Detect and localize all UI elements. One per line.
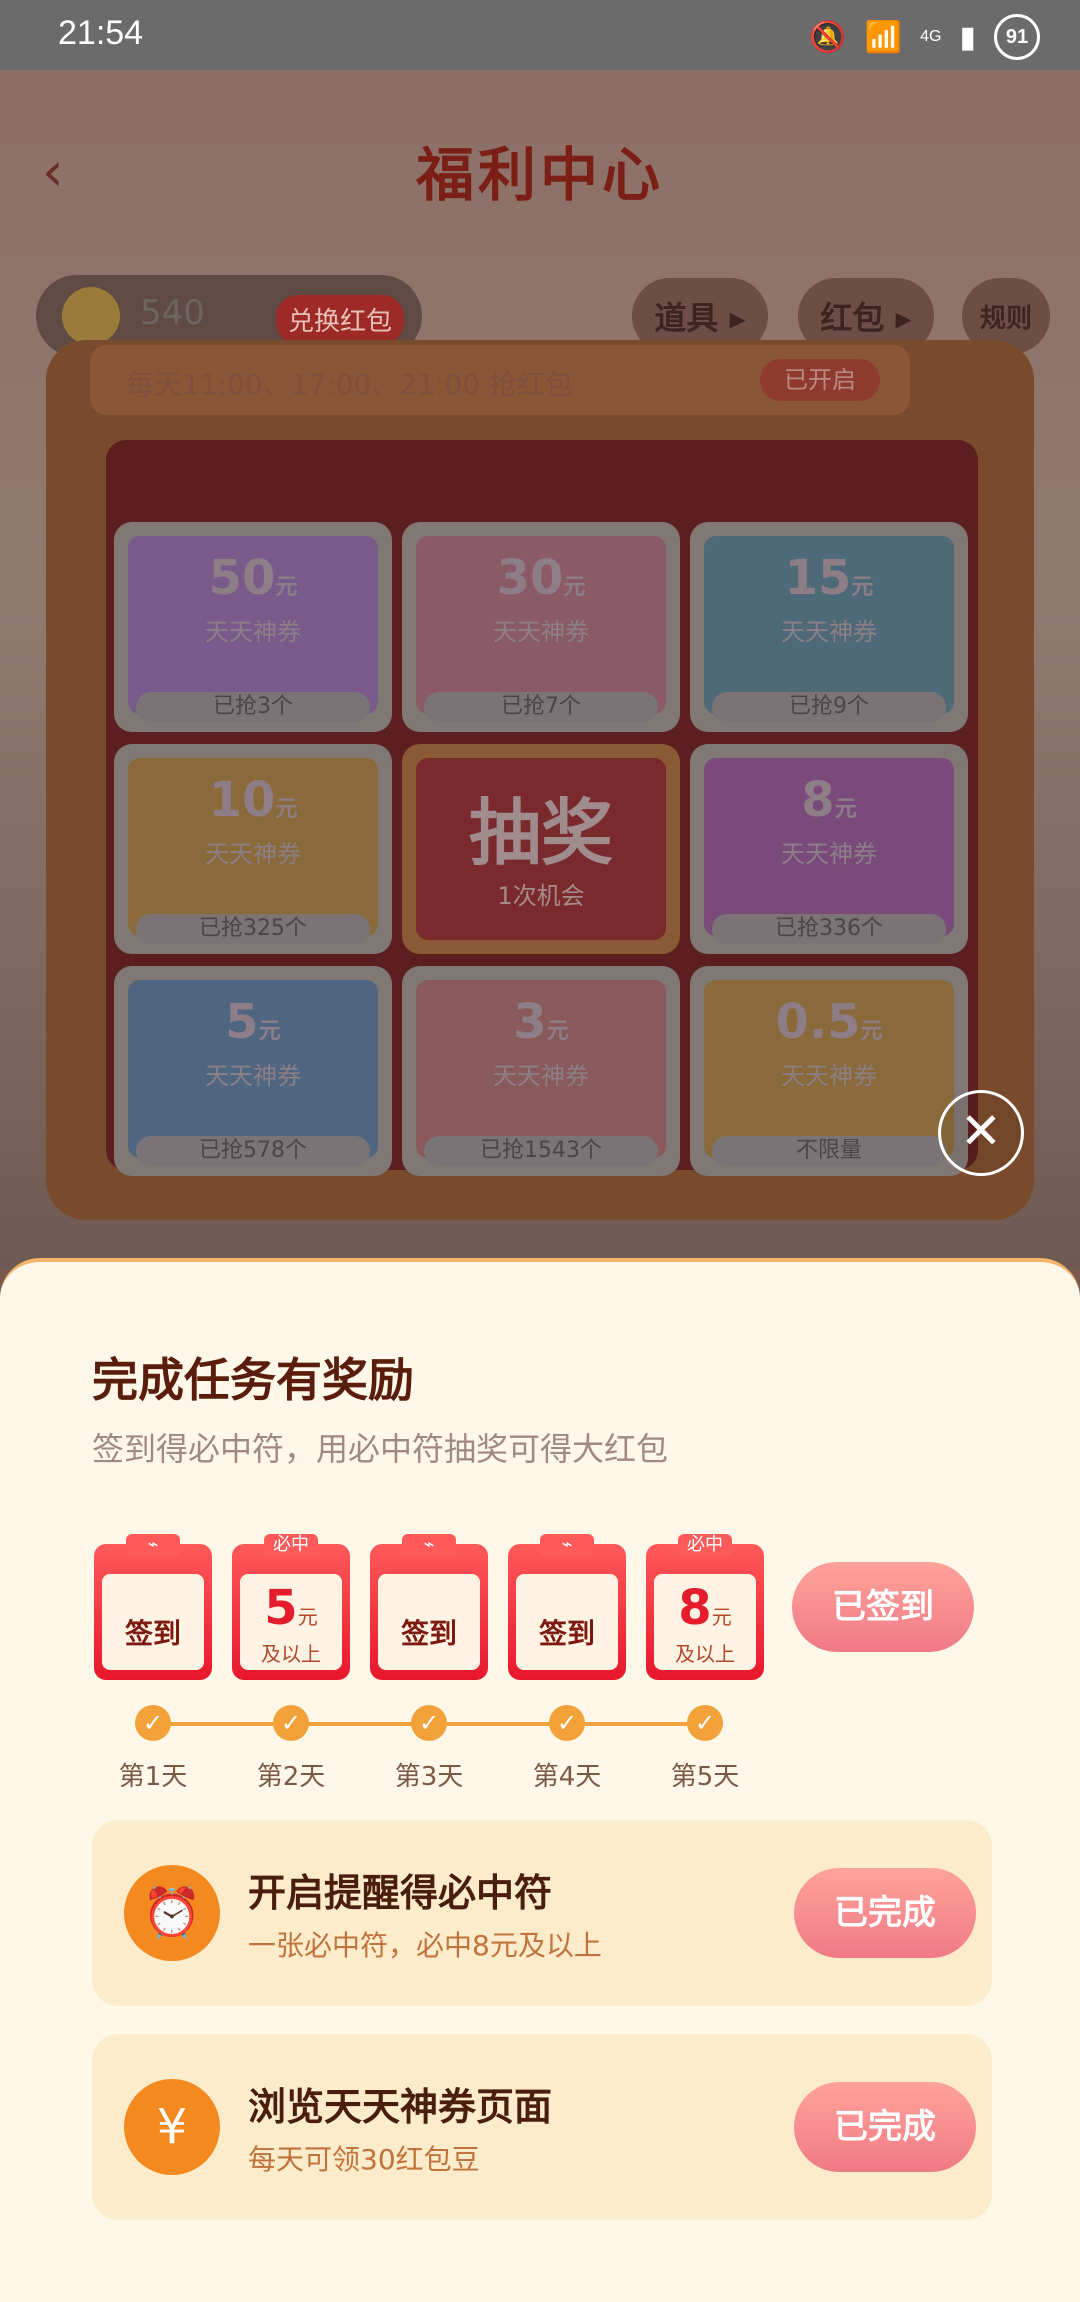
- sheet-subtitle: 签到得必中符，用必中符抽奖可得大红包: [92, 1430, 669, 1468]
- lottery-grid: 50元 天天神券 已抢3个 30元 天天神券 已抢7个 15元 天天神券 已抢9…: [106, 440, 978, 1176]
- day-label: 第5天: [670, 1762, 740, 1792]
- prize-cell: 8元 天天神券 已抢336个: [690, 744, 968, 954]
- grabbed-count: 已抢9个: [712, 692, 946, 722]
- prize-cell: 50元 天天神券 已抢3个: [114, 522, 392, 732]
- grabbed-count: 已抢3个: [136, 692, 370, 722]
- grabbed-count: 已抢7个: [424, 692, 658, 722]
- network-type: 4G: [920, 28, 942, 45]
- signin-day-card: ⌁ 签到: [508, 1532, 626, 1682]
- coin-icon: [62, 287, 120, 345]
- prize-cell: 15元 天天神券 已抢9个: [690, 522, 968, 732]
- task-sheet: 完成任务有奖励 签到得必中符，用必中符抽奖可得大红包 ⌁ 签到 必中 5元 及以…: [0, 1258, 1080, 2302]
- coin-amount: 540: [140, 293, 205, 333]
- prize-cell: 3元 天天神券 已抢1543个: [402, 966, 680, 1176]
- mute-icon: 🔕: [809, 20, 847, 54]
- draw-chance: 1次机会: [497, 882, 585, 910]
- check-icon: ✓: [411, 1705, 447, 1741]
- status-bar: 21:54 🔕 📶 4G ▮ 91: [0, 0, 1080, 70]
- check-icon: ✓: [687, 1705, 723, 1741]
- task-desc: 每天可领30红包豆: [248, 2143, 480, 2176]
- draw-label: 抽奖: [468, 791, 613, 875]
- grabbed-count: 已抢1543个: [424, 1136, 658, 1166]
- task-title: 浏览天天神券页面: [248, 2085, 553, 2129]
- task-card-browse: ¥ 浏览天天神券页面 每天可领30红包豆 已完成: [92, 2034, 992, 2220]
- prize-cell: 0.5元 天天神券 不限量: [690, 966, 968, 1176]
- signal-icon: ▮: [959, 20, 976, 54]
- task-card-reminder: ⏰ 开启提醒得必中符 一张必中符，必中8元及以上 已完成: [92, 1820, 992, 2006]
- check-icon: ✓: [273, 1705, 309, 1741]
- prize-cell: 10元 天天神券 已抢325个: [114, 744, 392, 954]
- task-desc: 一张必中符，必中8元及以上: [248, 1929, 602, 1962]
- signin-day-card: 必中 5元 及以上: [232, 1532, 350, 1682]
- reminder-toggle[interactable]: 已开启: [760, 359, 880, 401]
- status-time: 21:54: [58, 14, 144, 52]
- day-label: 第4天: [532, 1762, 602, 1792]
- prize-cell: 30元 天天神券 已抢7个: [402, 522, 680, 732]
- coupon-yen-icon: ¥: [124, 2079, 220, 2175]
- signin-day-card: ⌁ 签到: [370, 1532, 488, 1682]
- task-completed-button[interactable]: 已完成: [794, 1868, 976, 1958]
- lottery-schedule: 每天11:00、17:00、21:00 抢红包: [126, 368, 573, 401]
- battery-icon: 91: [994, 14, 1040, 60]
- day-label: 第1天: [118, 1762, 188, 1792]
- task-completed-button[interactable]: 已完成: [794, 2082, 976, 2172]
- grabbed-count: 已抢578个: [136, 1136, 370, 1166]
- check-icon: ✓: [549, 1705, 585, 1741]
- task-title: 开启提醒得必中符: [248, 1871, 553, 1915]
- wifi-icon: 📶: [864, 20, 903, 54]
- grabbed-count: 已抢325个: [136, 914, 370, 944]
- status-icons: 🔕 📶 4G ▮ 91: [809, 14, 1040, 60]
- day-label: 第3天: [394, 1762, 464, 1792]
- lottery-schedule-bar: 每天11:00、17:00、21:00 抢红包 已开启: [90, 345, 910, 415]
- draw-button[interactable]: 抽奖 1次机会: [402, 744, 680, 954]
- alarm-clock-icon: ⏰: [124, 1865, 220, 1961]
- sheet-title: 完成任务有奖励: [92, 1353, 414, 1407]
- grabbed-count: 已抢336个: [712, 914, 946, 944]
- signin-day-card: ⌁ 签到: [94, 1532, 212, 1682]
- page-title: 福利中心: [415, 141, 664, 209]
- check-icon: ✓: [135, 1705, 171, 1741]
- signed-in-button[interactable]: 已签到: [792, 1562, 974, 1652]
- close-icon[interactable]: ✕: [938, 1090, 1024, 1176]
- signin-day-card: 必中 8元 及以上: [646, 1532, 764, 1682]
- exchange-redpack-button[interactable]: 兑换红包: [276, 295, 405, 344]
- prize-cell: 5元 天天神券 已抢578个: [114, 966, 392, 1176]
- day-label: 第2天: [256, 1762, 326, 1792]
- grabbed-count: 不限量: [712, 1136, 946, 1166]
